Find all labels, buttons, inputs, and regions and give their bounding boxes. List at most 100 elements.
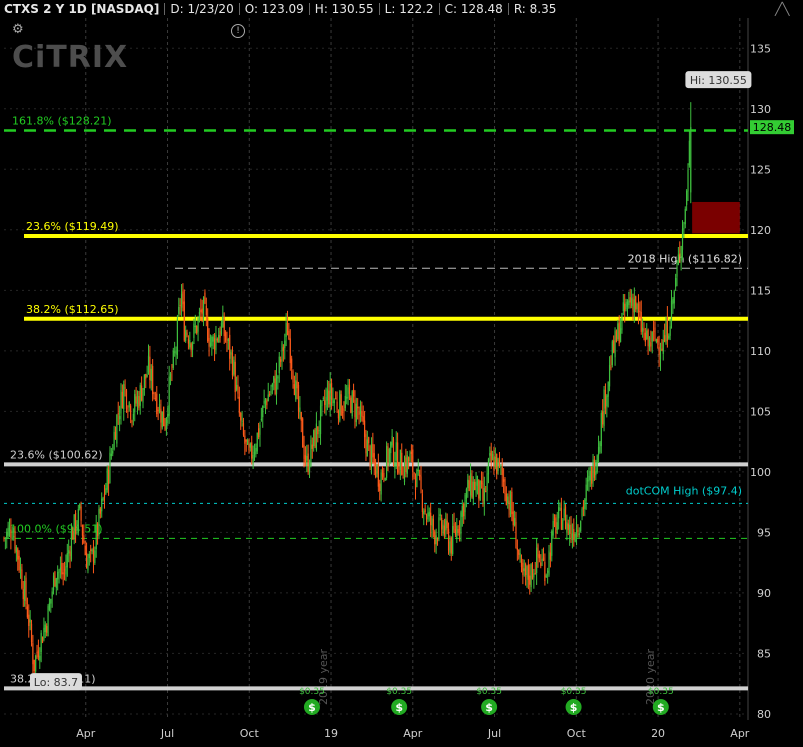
candle-body <box>19 566 22 571</box>
candle-body <box>212 336 214 342</box>
candle-body <box>350 397 352 413</box>
open-label: O: 123.09 <box>244 2 304 16</box>
candle-body <box>152 365 154 395</box>
candle-body <box>409 453 411 462</box>
candle-body <box>628 300 630 306</box>
candle-body <box>99 508 101 514</box>
candle-body <box>143 374 145 390</box>
candle-body <box>387 446 389 464</box>
candle-body <box>390 442 392 454</box>
candle-body <box>428 511 430 517</box>
candle-body <box>398 469 400 474</box>
candle-body <box>289 338 291 364</box>
dividend-label: $0.35 <box>299 687 325 697</box>
candle-body <box>164 425 166 430</box>
candle-body <box>57 571 59 580</box>
candle-body <box>498 459 501 464</box>
gear-icon[interactable]: ⚙ <box>12 23 24 36</box>
candle-body <box>183 301 185 341</box>
candle-body <box>520 557 523 568</box>
candle-body <box>635 296 637 310</box>
candle-body <box>465 489 468 499</box>
candle-body <box>130 405 132 420</box>
candle-body <box>380 472 382 495</box>
candle-body <box>377 464 379 487</box>
candle-body <box>497 458 499 472</box>
candle-body <box>198 312 201 315</box>
candle-body <box>238 396 240 414</box>
candle-body <box>251 442 253 459</box>
candle-body <box>204 292 206 304</box>
candle-body <box>469 473 472 496</box>
candle-body <box>302 418 304 448</box>
candle-body <box>62 572 64 575</box>
candle-body <box>580 521 582 532</box>
level-label: 38.2% ($112.65) <box>26 303 119 316</box>
candle-body <box>585 484 587 501</box>
x-tick-label: Jul <box>487 727 501 740</box>
candle-body <box>176 318 179 356</box>
candle-body <box>304 455 307 463</box>
price-chart[interactable]: Apr Jul Oct 19 Apr Jul Oct 20 Apr 80 85 90 95 100 105 1… <box>0 0 803 747</box>
candle-body <box>157 409 159 412</box>
candle-body <box>337 411 340 419</box>
candle-body <box>255 447 257 455</box>
candle-body <box>237 384 239 394</box>
candle-body <box>322 398 324 399</box>
candle-body <box>30 623 33 643</box>
candle-body <box>530 564 532 588</box>
candle-body <box>267 394 269 402</box>
candle-body <box>516 548 518 551</box>
candle-body <box>511 491 513 515</box>
candle-body <box>370 444 373 466</box>
candle-body <box>476 475 479 486</box>
symbol-label[interactable]: CTXS 2 Y 1D [NASDAQ] <box>0 2 164 16</box>
candle-body <box>4 538 6 539</box>
candle-body <box>458 528 461 530</box>
candle-body <box>168 376 170 416</box>
candle-body <box>365 434 367 454</box>
candle-body <box>447 528 450 551</box>
info-icon[interactable]: ! <box>231 24 245 38</box>
candle-body <box>680 246 682 262</box>
candle-body <box>73 514 75 540</box>
candle-body <box>446 520 448 529</box>
candle-body <box>650 342 652 347</box>
candle-body <box>17 548 19 560</box>
expand-icon[interactable]: ╱╲ <box>775 2 795 16</box>
candle-body <box>519 553 521 558</box>
candle-body <box>211 336 213 346</box>
candle-body <box>336 401 338 410</box>
candle-body <box>471 476 473 497</box>
candle-body <box>259 424 261 435</box>
candle-body <box>427 512 429 520</box>
candle-body <box>658 346 660 355</box>
candle-body <box>7 527 9 536</box>
candle-body <box>412 449 414 472</box>
candle-body <box>270 390 272 394</box>
candle-body <box>577 529 579 533</box>
candle-body <box>467 479 469 489</box>
candle-body <box>185 330 187 342</box>
y-tick-label: 85 <box>757 647 771 660</box>
candle-body <box>673 291 675 304</box>
candle-body <box>575 525 578 537</box>
candle-body <box>121 391 123 409</box>
dividend-label: $0.35 <box>648 687 674 697</box>
candle-body <box>174 351 176 353</box>
candle-body <box>496 454 498 474</box>
y-tick-label: 115 <box>750 284 771 297</box>
candle-body <box>91 549 93 552</box>
candle-body <box>169 373 172 382</box>
candle-body <box>189 340 191 348</box>
candle-body <box>24 580 26 601</box>
candle-body <box>595 471 597 476</box>
candle-body <box>507 496 509 504</box>
candle-body <box>619 328 622 342</box>
candle-body <box>178 306 180 314</box>
candle-body <box>424 509 426 512</box>
candle-body <box>269 394 271 396</box>
candle-body <box>125 390 128 409</box>
candle-body <box>282 347 284 352</box>
candle-body <box>544 562 546 582</box>
